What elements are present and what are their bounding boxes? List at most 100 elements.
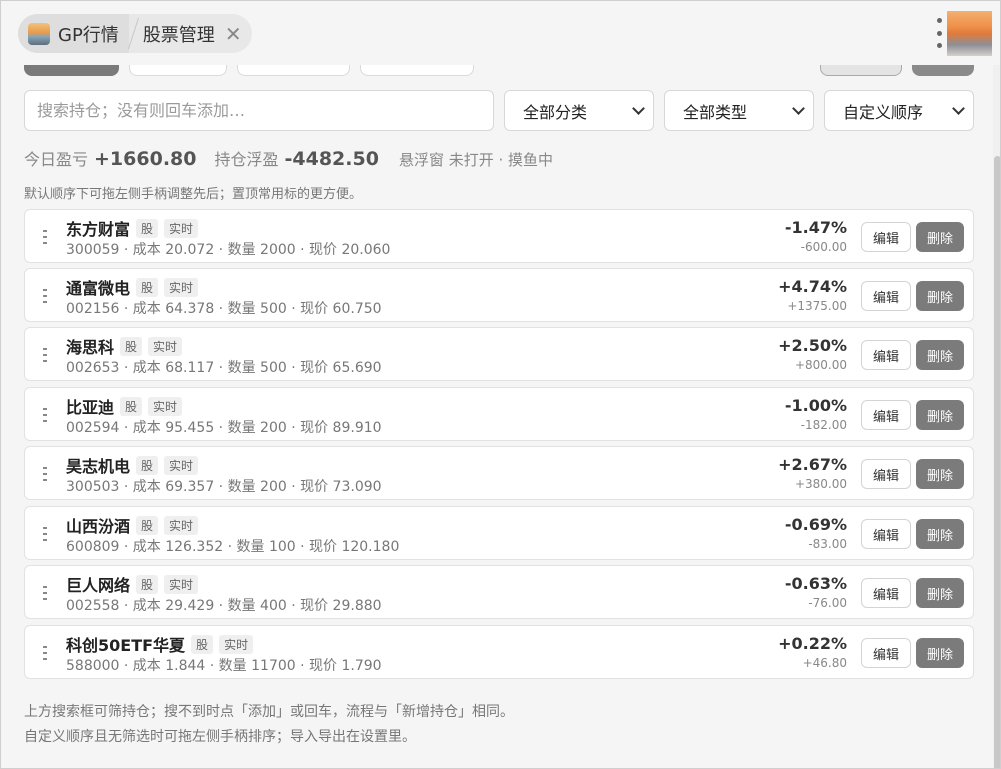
holding-meta: 600809 · 成本 126.352 · 数量 100 · 现价 120.18… xyxy=(66,539,400,555)
holding-name-line: 比亚迪 股 实时 xyxy=(66,394,183,418)
holding-name-line: 海思科 股 实时 xyxy=(66,334,183,358)
edit-button[interactable]: 编辑 xyxy=(861,222,911,252)
realtime-badge: 实时 xyxy=(148,396,183,416)
holding-name-line: 山西汾酒 股 实时 xyxy=(66,513,199,537)
order-select[interactable]: 自定义顺序 xyxy=(824,90,974,131)
drag-handle-icon[interactable] xyxy=(41,289,49,303)
avatar[interactable] xyxy=(947,11,992,56)
change-percent: +0.22% xyxy=(778,634,847,653)
edit-button[interactable]: 编辑 xyxy=(861,340,911,370)
holding-meta: 002558 · 成本 29.429 · 数量 400 · 现价 29.880 xyxy=(66,598,382,614)
holding-meta: 002156 · 成本 64.378 · 数量 500 · 现价 60.750 xyxy=(66,301,382,317)
edit-button[interactable]: 编辑 xyxy=(861,459,911,489)
tab-gp-quotes[interactable]: GP行情 xyxy=(18,14,129,53)
holding-row: 科创50ETF华夏 股 实时 588000 · 成本 1.844 · 数量 11… xyxy=(24,625,974,679)
change-percent: -1.47% xyxy=(784,218,847,237)
today-pnl-label: 今日盈亏 xyxy=(24,150,89,169)
tab-label: 股票管理 xyxy=(142,24,215,46)
pnl-amount: -83.00 xyxy=(808,537,847,551)
order-select-value: 自定义顺序 xyxy=(843,102,924,122)
delete-button[interactable]: 删除 xyxy=(916,519,964,549)
holding-row: 通富微电 股 实时 002156 · 成本 64.378 · 数量 500 · … xyxy=(24,268,974,322)
pnl-amount: -182.00 xyxy=(800,418,847,432)
holding-name: 昊志机电 xyxy=(66,457,131,476)
drag-handle-icon[interactable] xyxy=(41,408,49,422)
edit-button[interactable]: 编辑 xyxy=(861,281,911,311)
app-icon xyxy=(28,22,50,45)
app-window: GP行情 股票管理 ✕ 全部分类 全部类型 自定义顺序 今日盈亏 +1660.8… xyxy=(0,0,1001,769)
drag-handle-icon[interactable] xyxy=(41,467,49,481)
holding-name: 东方财富 xyxy=(66,220,131,239)
holding-name: 通富微电 xyxy=(66,279,131,298)
pnl-amount: -76.00 xyxy=(808,596,847,610)
realtime-badge: 实时 xyxy=(148,336,183,356)
chevron-down-icon xyxy=(632,101,645,115)
close-icon[interactable]: ✕ xyxy=(225,24,242,44)
holding-name: 科创50ETF华夏 xyxy=(66,636,186,655)
drag-handle-icon[interactable] xyxy=(41,586,49,600)
pnl-summary: 今日盈亏 +1660.80 持仓浮盈 -4482.50 悬浮窗 未打开 · 摸鱼… xyxy=(24,146,553,170)
delete-button[interactable]: 删除 xyxy=(916,459,964,489)
delete-button[interactable]: 删除 xyxy=(916,400,964,430)
holding-meta: 300503 · 成本 69.357 · 数量 200 · 现价 73.090 xyxy=(66,479,382,495)
edit-button[interactable]: 编辑 xyxy=(861,400,911,430)
delete-button[interactable]: 删除 xyxy=(916,222,964,252)
tab-label: GP行情 xyxy=(58,24,119,46)
edit-button[interactable]: 编辑 xyxy=(861,519,911,549)
edit-button[interactable]: 编辑 xyxy=(861,578,911,608)
pnl-amount: +380.00 xyxy=(794,477,847,491)
holding-name-line: 昊志机电 股 实时 xyxy=(66,453,199,477)
type-select[interactable]: 全部类型 xyxy=(664,90,814,131)
delete-button[interactable]: 删除 xyxy=(916,578,964,608)
chevron-down-icon xyxy=(952,101,965,115)
sort-hint: 默认顺序下可拖左侧手柄调整先后；置顶常用标的更方便。 xyxy=(24,187,363,202)
holding-meta: 002594 · 成本 95.455 · 数量 200 · 现价 89.910 xyxy=(66,420,382,436)
drag-handle-icon[interactable] xyxy=(41,527,49,541)
holding-meta: 300059 · 成本 20.072 · 数量 2000 · 现价 20.060 xyxy=(66,242,391,258)
holding-name-line: 巨人网络 股 实时 xyxy=(66,572,199,596)
change-percent: -0.63% xyxy=(784,574,847,593)
asset-type-badge: 股 xyxy=(120,336,143,356)
title-bar: GP行情 股票管理 ✕ xyxy=(1,1,1000,65)
delete-button[interactable]: 删除 xyxy=(916,281,964,311)
realtime-badge: 实时 xyxy=(164,277,199,297)
change-percent: +2.50% xyxy=(778,336,847,355)
holding-name-line: 科创50ETF华夏 股 实时 xyxy=(66,632,254,656)
more-menu-icon[interactable] xyxy=(935,18,943,48)
holding-row: 巨人网络 股 实时 002558 · 成本 29.429 · 数量 400 · … xyxy=(24,565,974,619)
change-percent: -0.69% xyxy=(784,515,847,534)
float-pnl-label: 持仓浮盈 xyxy=(214,150,279,169)
holding-row: 昊志机电 股 实时 300503 · 成本 69.357 · 数量 200 · … xyxy=(24,446,974,500)
scrollbar-thumb[interactable] xyxy=(994,156,1000,768)
realtime-badge: 实时 xyxy=(219,634,254,654)
asset-type-badge: 股 xyxy=(191,634,214,654)
delete-button[interactable]: 删除 xyxy=(916,340,964,370)
realtime-badge: 实时 xyxy=(164,515,199,535)
drag-handle-icon[interactable] xyxy=(41,646,49,660)
drag-handle-icon[interactable] xyxy=(41,348,49,362)
asset-type-badge: 股 xyxy=(136,455,159,475)
asset-type-badge: 股 xyxy=(120,396,143,416)
edit-button[interactable]: 编辑 xyxy=(861,638,911,668)
tab-separator xyxy=(129,14,143,53)
holding-row: 东方财富 股 实时 300059 · 成本 20.072 · 数量 2000 ·… xyxy=(24,209,974,263)
holding-name: 山西汾酒 xyxy=(66,517,131,536)
delete-button[interactable]: 删除 xyxy=(916,638,964,668)
footer-line: 自定义顺序且无筛选时可拖左侧手柄排序；导入导出在设置里。 xyxy=(24,729,416,745)
footer-line: 上方搜索框可筛持仓；搜不到时点「添加」或回车，流程与「新增持仓」相同。 xyxy=(24,704,514,720)
drag-handle-icon[interactable] xyxy=(41,230,49,244)
type-select-value: 全部类型 xyxy=(683,102,748,122)
realtime-badge: 实时 xyxy=(164,574,199,594)
category-select[interactable]: 全部分类 xyxy=(504,90,654,131)
realtime-badge: 实时 xyxy=(164,218,199,238)
search-input[interactable] xyxy=(24,90,494,131)
float-window-status: 悬浮窗 未打开 · 摸鱼中 xyxy=(398,151,554,169)
today-pnl-value: +1660.80 xyxy=(94,148,197,170)
realtime-badge: 实时 xyxy=(164,455,199,475)
holding-name-line: 东方财富 股 实时 xyxy=(66,216,199,240)
tab-stock-management[interactable]: 股票管理 ✕ xyxy=(143,14,242,53)
holding-row: 海思科 股 实时 002653 · 成本 68.117 · 数量 500 · 现… xyxy=(24,327,974,381)
holding-row: 比亚迪 股 实时 002594 · 成本 95.455 · 数量 200 · 现… xyxy=(24,387,974,441)
chevron-down-icon xyxy=(792,101,805,115)
holding-meta: 002653 · 成本 68.117 · 数量 500 · 现价 65.690 xyxy=(66,360,382,376)
